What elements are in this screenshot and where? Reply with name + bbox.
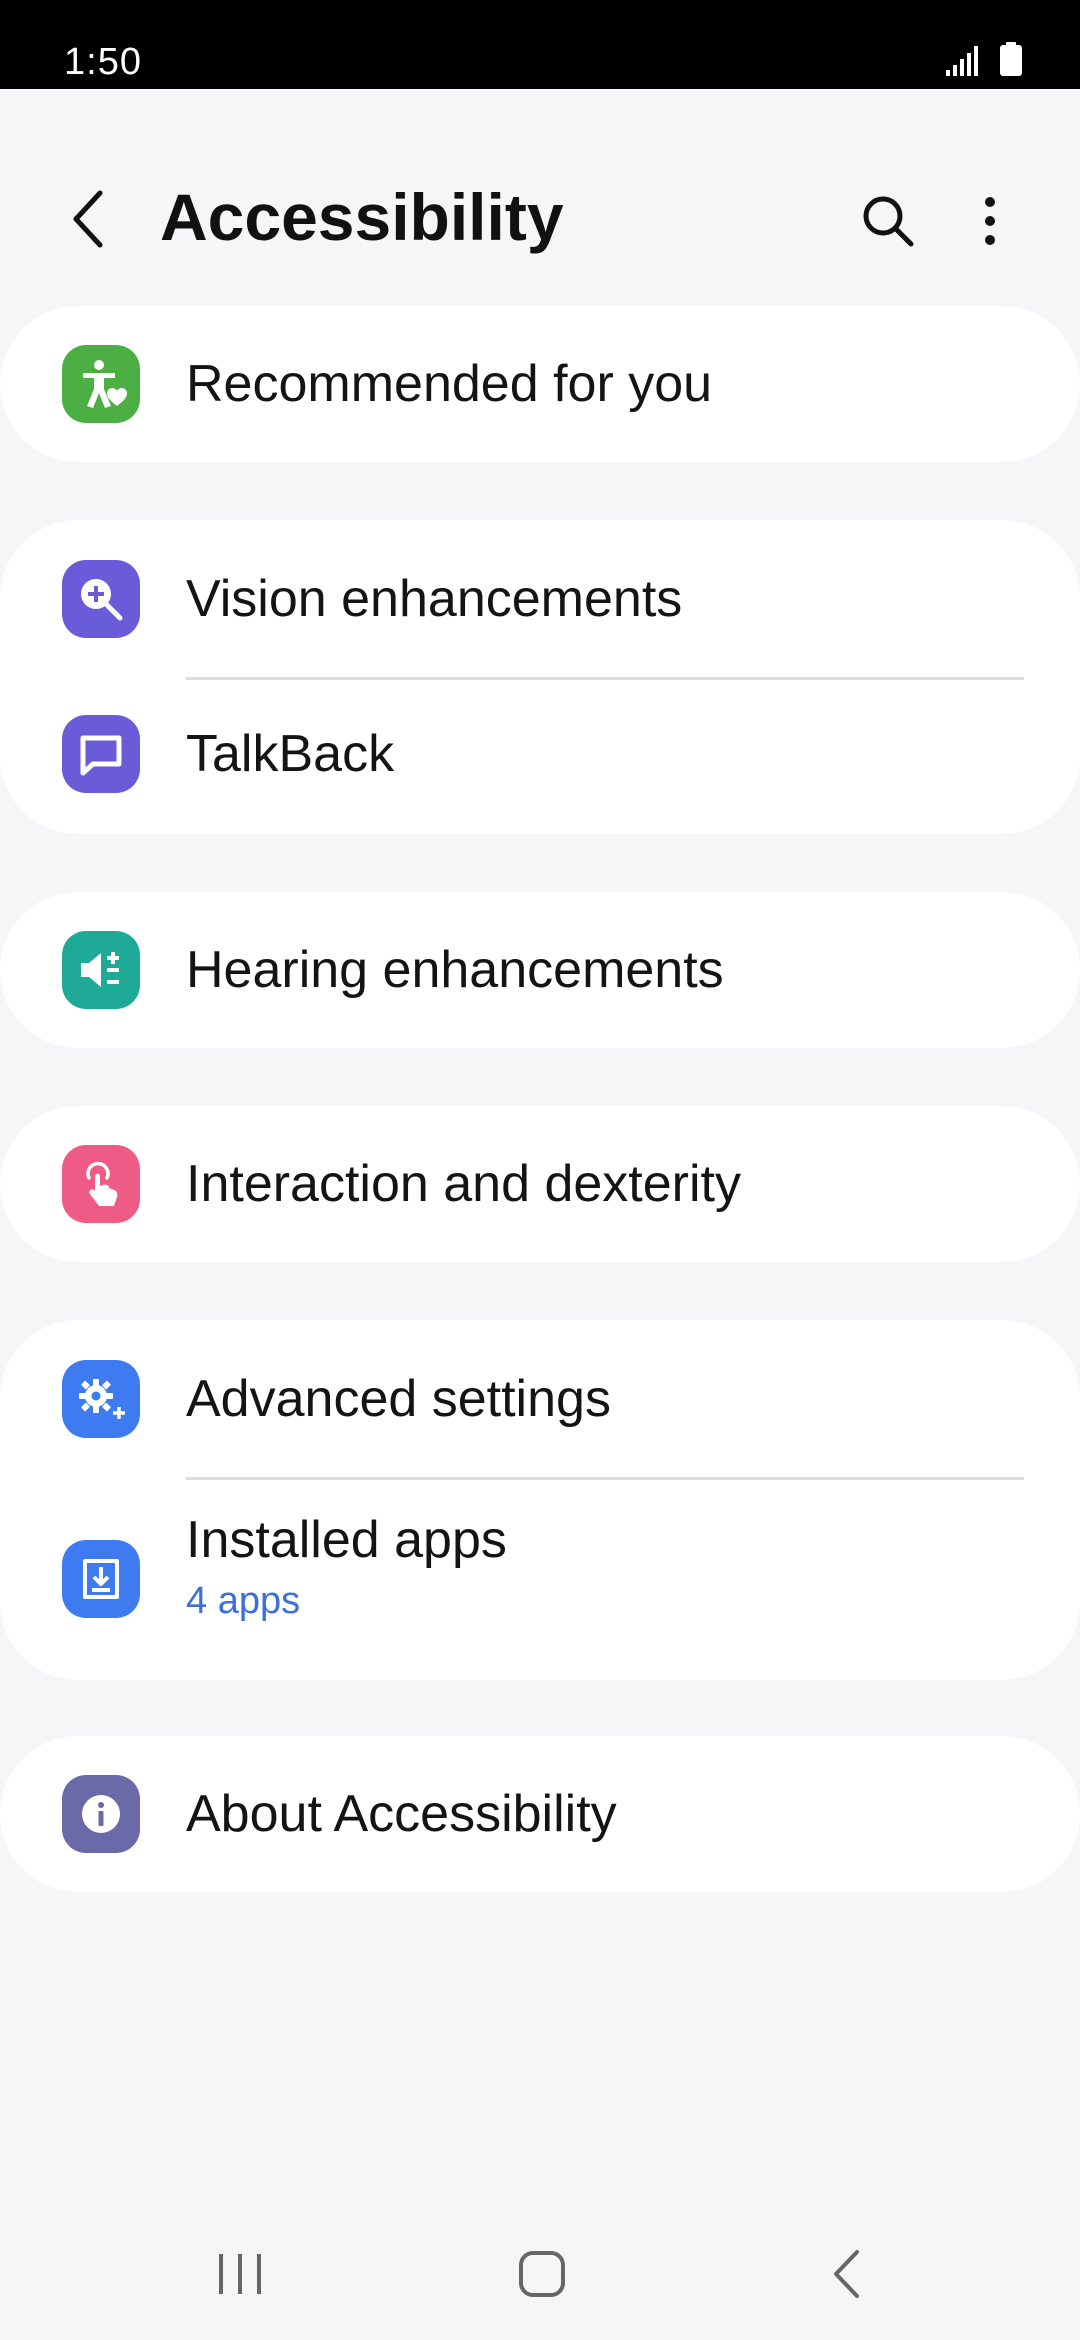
back-nav-button[interactable] [786, 2214, 906, 2334]
row-label: Advanced settings [186, 1370, 611, 1428]
row-label: Installed apps [186, 1511, 507, 1569]
search-icon [863, 196, 914, 247]
row-label: Hearing enhancements [186, 941, 724, 999]
status-icons [946, 42, 1022, 76]
home-icon [519, 2251, 565, 2297]
app-bar: Accessibility [0, 89, 1080, 305]
page-title: Accessibility [160, 180, 564, 254]
row-label: Vision enhancements [186, 570, 683, 628]
recents-icon [219, 2254, 261, 2294]
touch-hand-icon [62, 1145, 140, 1223]
status-bar: 1:50 [0, 0, 1080, 89]
row-label: Recommended for you [186, 355, 713, 413]
card-advanced: Advanced settings Installed apps 4 apps [0, 1320, 1080, 1680]
recents-button[interactable] [180, 2214, 300, 2334]
card-recommended: Recommended for you [0, 306, 1080, 462]
speaker-plus-minus-icon [62, 931, 140, 1009]
list-item-recommended[interactable]: Recommended for you [0, 306, 1080, 462]
download-icon [62, 1540, 140, 1618]
row-label: TalkBack [186, 725, 395, 783]
card-vision: Vision enhancements TalkBack [0, 520, 1080, 834]
list-item-talkback[interactable]: TalkBack [0, 678, 1080, 834]
card-hearing: Hearing enhancements [0, 892, 1080, 1048]
card-interaction: Interaction and dexterity [0, 1106, 1080, 1262]
chevron-left-icon [73, 190, 103, 248]
more-vertical-icon [985, 197, 995, 245]
gear-plus-icon [62, 1360, 140, 1438]
more-options-button[interactable] [948, 179, 1032, 263]
list-item-hearing-enhancements[interactable]: Hearing enhancements [0, 892, 1080, 1048]
list-item-installed-apps[interactable]: Installed apps 4 apps [0, 1478, 1080, 1680]
accessibility-heart-icon [62, 345, 140, 423]
list-item-about-accessibility[interactable]: About Accessibility [0, 1736, 1080, 1892]
home-button[interactable] [482, 2214, 602, 2334]
magnifier-plus-icon [62, 560, 140, 638]
list-item-advanced-settings[interactable]: Advanced settings [0, 1320, 1080, 1478]
row-label: About Accessibility [186, 1785, 617, 1843]
back-nav-icon [834, 2250, 859, 2298]
speech-bubble-icon [62, 715, 140, 793]
navigation-bar [0, 2214, 1080, 2340]
installed-apps-count: 4 apps [186, 1580, 301, 1622]
list-item-interaction-dexterity[interactable]: Interaction and dexterity [0, 1106, 1080, 1262]
search-button[interactable] [846, 179, 930, 263]
battery-icon [1000, 42, 1022, 76]
status-time: 1:50 [64, 41, 142, 83]
info-icon [62, 1775, 140, 1853]
card-about: About Accessibility [0, 1736, 1080, 1892]
list-item-vision-enhancements[interactable]: Vision enhancements [0, 520, 1080, 678]
signal-icon [946, 46, 978, 76]
row-label: Interaction and dexterity [186, 1155, 741, 1213]
back-button[interactable] [48, 179, 128, 259]
